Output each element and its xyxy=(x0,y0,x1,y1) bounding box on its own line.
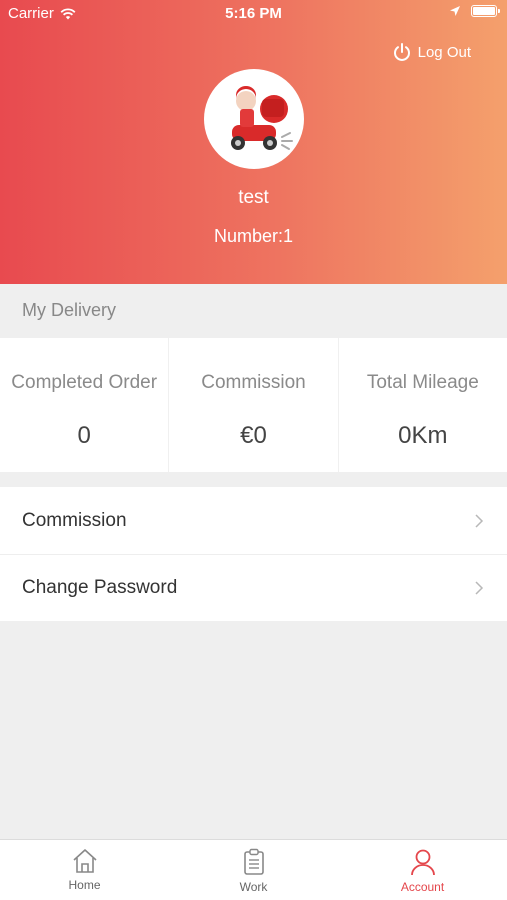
clipboard-icon xyxy=(243,848,264,875)
user-icon xyxy=(410,849,435,876)
stat-completed-order: Completed Order 0 xyxy=(0,338,168,472)
home-icon xyxy=(72,849,97,873)
stat-value: €0 xyxy=(240,422,267,449)
delivery-rider-icon xyxy=(231,86,293,150)
account-menu: Commission Change Password xyxy=(0,487,507,621)
tab-home[interactable]: Home xyxy=(0,840,169,900)
tab-bar: Home Work Account xyxy=(0,839,507,900)
stat-value: 0 xyxy=(77,422,91,449)
logout-button[interactable]: Log Out xyxy=(392,42,471,62)
tab-account[interactable]: Account xyxy=(338,840,507,900)
stat-total-mileage: Total Mileage 0Km xyxy=(337,338,507,472)
menu-item-label: Change Password xyxy=(22,577,178,598)
chevron-right-icon xyxy=(475,581,484,595)
profile-header: Carrier 5:16 PM Log Out test Number:1 xyxy=(0,0,507,284)
tab-label: Home xyxy=(68,878,101,892)
avatar[interactable] xyxy=(204,69,304,169)
delivery-stats: Completed Order 0 Commission €0 Total Mi… xyxy=(0,338,507,472)
logout-label: Log Out xyxy=(417,43,471,61)
menu-item-change-password[interactable]: Change Password xyxy=(0,554,507,621)
battery-icon xyxy=(471,5,500,17)
status-bar: Carrier 5:16 PM xyxy=(0,0,507,28)
menu-item-commission[interactable]: Commission xyxy=(0,487,507,554)
tab-label: Account xyxy=(400,880,445,894)
username: test xyxy=(238,187,269,208)
section-title-my-delivery: My Delivery xyxy=(22,300,117,320)
tab-label: Work xyxy=(239,880,268,894)
status-time: 5:16 PM xyxy=(225,5,282,22)
tab-work[interactable]: Work xyxy=(169,840,338,900)
stat-commission: Commission €0 xyxy=(168,338,337,472)
stat-label: Total Mileage xyxy=(366,372,479,393)
stat-label: Commission xyxy=(201,372,306,393)
chevron-right-icon xyxy=(475,513,484,528)
menu-item-label: Commission xyxy=(22,509,127,531)
stat-label: Completed Order xyxy=(11,372,158,393)
user-number: Number:1 xyxy=(213,226,294,246)
power-icon xyxy=(393,43,410,61)
location-arrow-icon xyxy=(450,6,460,16)
stat-value: 0Km xyxy=(398,422,448,449)
